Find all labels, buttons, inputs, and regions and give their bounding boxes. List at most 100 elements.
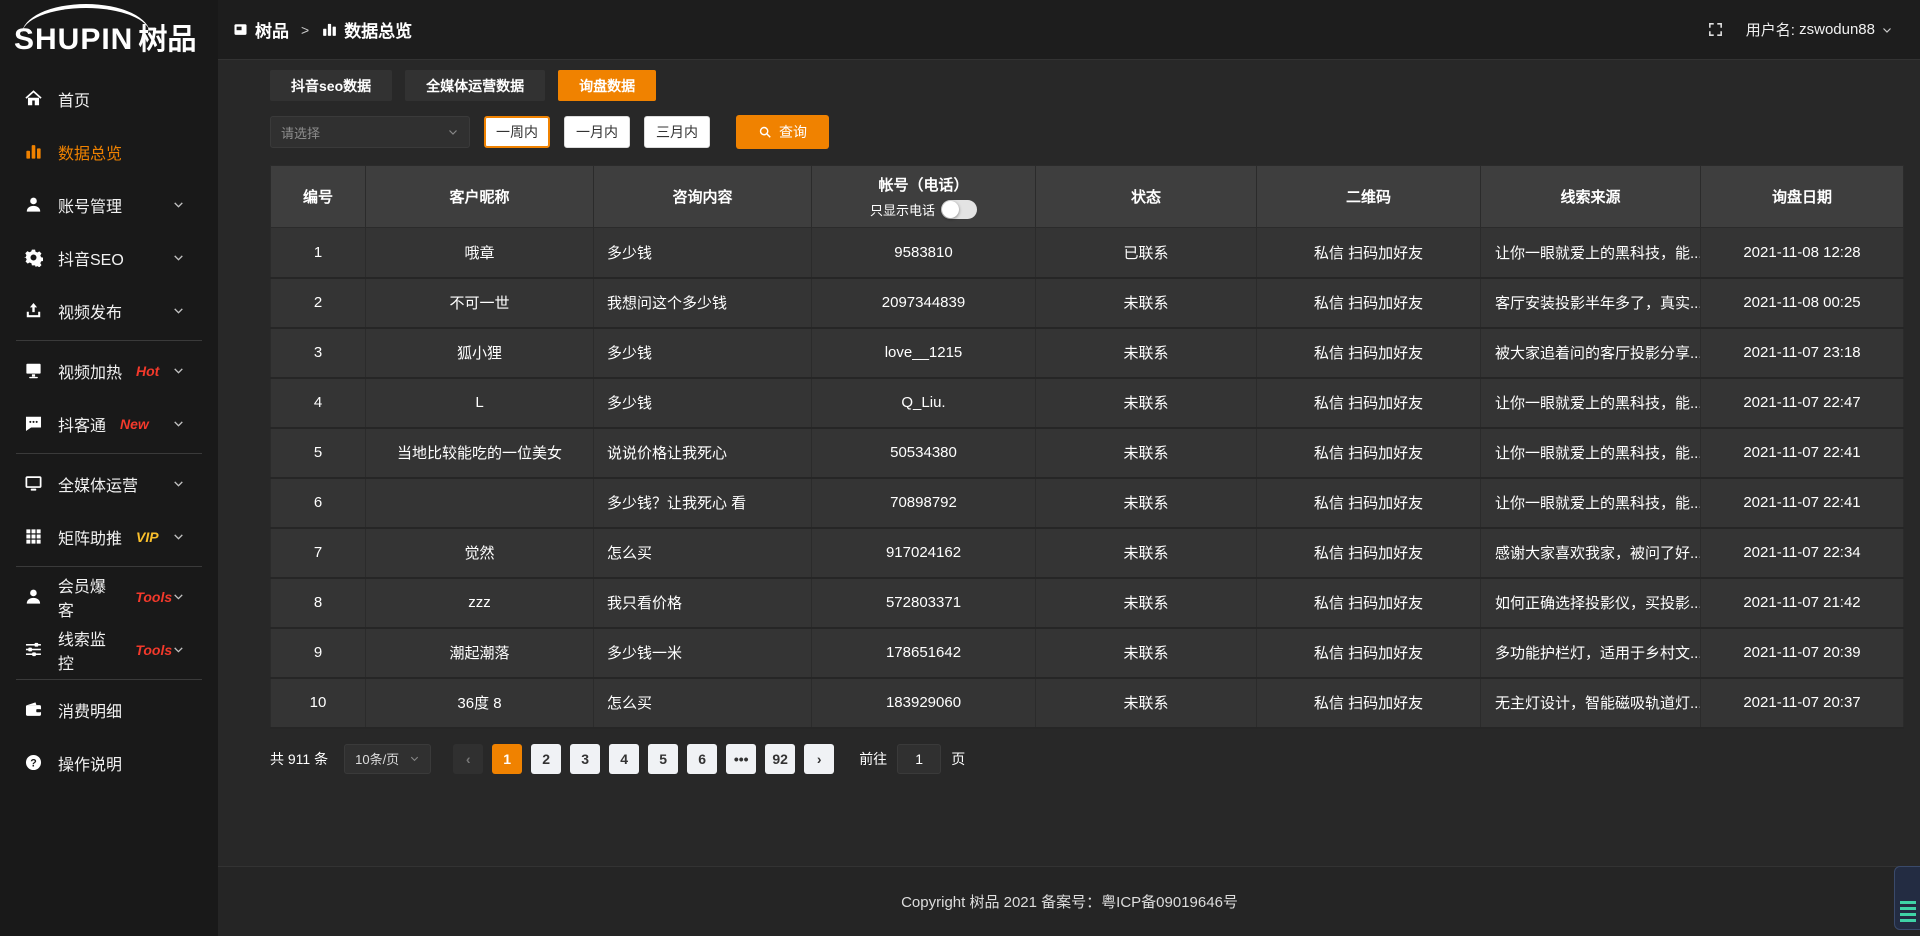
page-button-4[interactable]: 4 [609,744,639,774]
cell-qrcode-link[interactable]: 私信 扫码加好友 [1257,378,1481,428]
chat-icon [24,414,43,433]
column-header-1: 客户昵称 [366,166,594,228]
home-icon [24,89,43,108]
cell-qrcode-link[interactable]: 私信 扫码加好友 [1257,528,1481,578]
range-button-one-month[interactable]: 一月内 [564,116,630,148]
page-size-value: 10条/页 [355,749,399,768]
cell-qrcode-link[interactable]: 私信 扫码加好友 [1257,228,1481,278]
range-button-one-week[interactable]: 一周内 [484,116,550,148]
page-button-1[interactable]: 1 [492,744,522,774]
sidebar-item-douyin-seo[interactable]: 抖音SEO [0,231,218,284]
sidebar-item-account-management[interactable]: 账号管理 [0,178,218,231]
total-count: 共 911 条 [270,749,328,769]
sidebar: SHUPIN树品 首页数据总览账号管理抖音SEO 视频发布视频加热Hot抖客通Ne… [0,0,218,936]
search-button[interactable]: 查询 [736,115,829,149]
more-pages-button[interactable]: ••• [726,744,756,774]
sidebar-item-data-overview[interactable]: 数据总览 [0,125,218,178]
badge-vip: VIP [136,529,159,545]
column-header-4: 状态 [1036,166,1257,228]
cell-source-link[interactable]: 客厅安装投影半年多了，真实... [1481,278,1701,328]
tab-douyin-seo-data[interactable]: 抖音seo数据 [270,70,392,101]
chevron-down-icon [447,126,459,138]
cell-no: 5 [271,428,366,478]
sidebar-item-operation-guide[interactable]: ?操作说明 [0,736,218,789]
tab-inquiry-data[interactable]: 询盘数据 [558,70,656,101]
cell-status: 未联系 [1036,528,1257,578]
prev-page-button[interactable]: ‹ [453,744,483,774]
column-header-label: 客户昵称 [366,186,593,207]
cell-date: 2021-11-07 22:34 [1701,528,1904,578]
table-row: 1036度 8怎么买183929060未联系私信 扫码加好友无主灯设计，智能磁吸… [271,678,1904,728]
page-size-select[interactable]: 10条/页 [344,744,431,774]
range-button-three-months[interactable]: 三月内 [644,116,710,148]
cell-source-link[interactable]: 感谢大家喜欢我家，被问了好... [1481,528,1701,578]
page-button-5[interactable]: 5 [648,744,678,774]
cell-qrcode-link[interactable]: 私信 扫码加好友 [1257,478,1481,528]
app-logo: SHUPIN树品 [0,0,218,62]
monitor-icon [24,474,43,493]
cell-date: 2021-11-08 00:25 [1701,278,1904,328]
floating-widget[interactable] [1894,866,1920,930]
cell-qrcode-link[interactable]: 私信 扫码加好友 [1257,678,1481,728]
sidebar-item-home[interactable]: 首页 [0,72,218,125]
cell-status: 已联系 [1036,228,1257,278]
page-button-2[interactable]: 2 [531,744,561,774]
cell-account: 183929060 [812,678,1036,728]
sidebar-item-consume-detail[interactable]: 消费明细 [0,683,218,736]
cell-qrcode-link[interactable]: 私信 扫码加好友 [1257,428,1481,478]
category-select[interactable]: 请选择 [270,116,470,148]
sidebar-item-clue-monitor[interactable]: 线索监控Tools [0,623,218,676]
table-header-row: 编号客户昵称咨询内容帐号（电话）只显示电话状态二维码线索来源询盘日期 [271,166,1904,228]
breadcrumb-item-home[interactable]: 树品 [255,17,289,42]
phone-toggle-row: 只显示电话 [812,200,1035,219]
sidebar-item-media-operation[interactable]: 全媒体运营 [0,457,218,510]
goto-label: 前往 [859,749,887,769]
fullscreen-icon[interactable] [1707,21,1724,38]
user-menu[interactable]: 用户名: zswodun88 [1746,19,1893,40]
cell-qrcode-link[interactable]: 私信 扫码加好友 [1257,278,1481,328]
cell-no: 6 [271,478,366,528]
chevron-down-icon [172,530,185,543]
cell-status: 未联系 [1036,678,1257,728]
cell-qrcode-link[interactable]: 私信 扫码加好友 [1257,628,1481,678]
page-button-3[interactable]: 3 [570,744,600,774]
phone-only-toggle[interactable] [941,200,977,219]
column-header-6: 线索来源 [1481,166,1701,228]
badge-hot: Hot [136,363,159,379]
cell-source-link[interactable]: 如何正确选择投影仪，买投影... [1481,578,1701,628]
cell-source-link[interactable]: 让你一眼就爱上的黑科技，能... [1481,228,1701,278]
goto-page-input[interactable] [897,744,941,774]
cell-source-link[interactable]: 多功能护栏灯，适用于乡村文... [1481,628,1701,678]
cell-nickname: 觉然 [366,528,594,578]
cell-date: 2021-11-07 22:47 [1701,378,1904,428]
column-header-label: 帐号（电话） [812,174,1035,195]
cell-no: 8 [271,578,366,628]
sidebar-item-video-publish[interactable]: 视频发布 [0,284,218,337]
page-number-group: 123456 ••• 92 [492,744,804,774]
chevron-down-icon [172,364,185,377]
sidebar-item-matrix-boost[interactable]: 矩阵助推VIP [0,510,218,563]
sidebar-item-douketong[interactable]: 抖客通New [0,397,218,450]
sidebar-item-video-heat[interactable]: 视频加热Hot [0,344,218,397]
cell-status: 未联系 [1036,378,1257,428]
cell-qrcode-link[interactable]: 私信 扫码加好友 [1257,328,1481,378]
next-page-button[interactable]: › [804,744,834,774]
page-button-92[interactable]: 92 [765,744,795,774]
cell-source-link[interactable]: 无主灯设计，智能磁吸轨道灯... [1481,678,1701,728]
brand-name-cn: 树品 [138,24,196,56]
sidebar-item-label: 视频发布 [58,299,122,323]
cell-status: 未联系 [1036,278,1257,328]
cell-qrcode-link[interactable]: 私信 扫码加好友 [1257,578,1481,628]
cell-source-link[interactable]: 让你一眼就爱上的黑科技，能... [1481,478,1701,528]
sidebar-item-member-baoke[interactable]: 会员爆客Tools [0,570,218,623]
badge-tools: Tools [135,642,172,658]
cell-content: 多少钱 [594,378,812,428]
cell-source-link[interactable]: 被大家追着问的客厅投影分享... [1481,328,1701,378]
page-button-6[interactable]: 6 [687,744,717,774]
tab-media-operation-data[interactable]: 全媒体运营数据 [405,70,545,101]
table-row: 7觉然怎么买917024162未联系私信 扫码加好友感谢大家喜欢我家，被问了好.… [271,528,1904,578]
cell-source-link[interactable]: 让你一眼就爱上的黑科技，能... [1481,378,1701,428]
svg-text:?: ? [30,757,37,769]
cell-nickname: 当地比较能吃的一位美女 [366,428,594,478]
cell-source-link[interactable]: 让你一眼就爱上的黑科技，能... [1481,428,1701,478]
